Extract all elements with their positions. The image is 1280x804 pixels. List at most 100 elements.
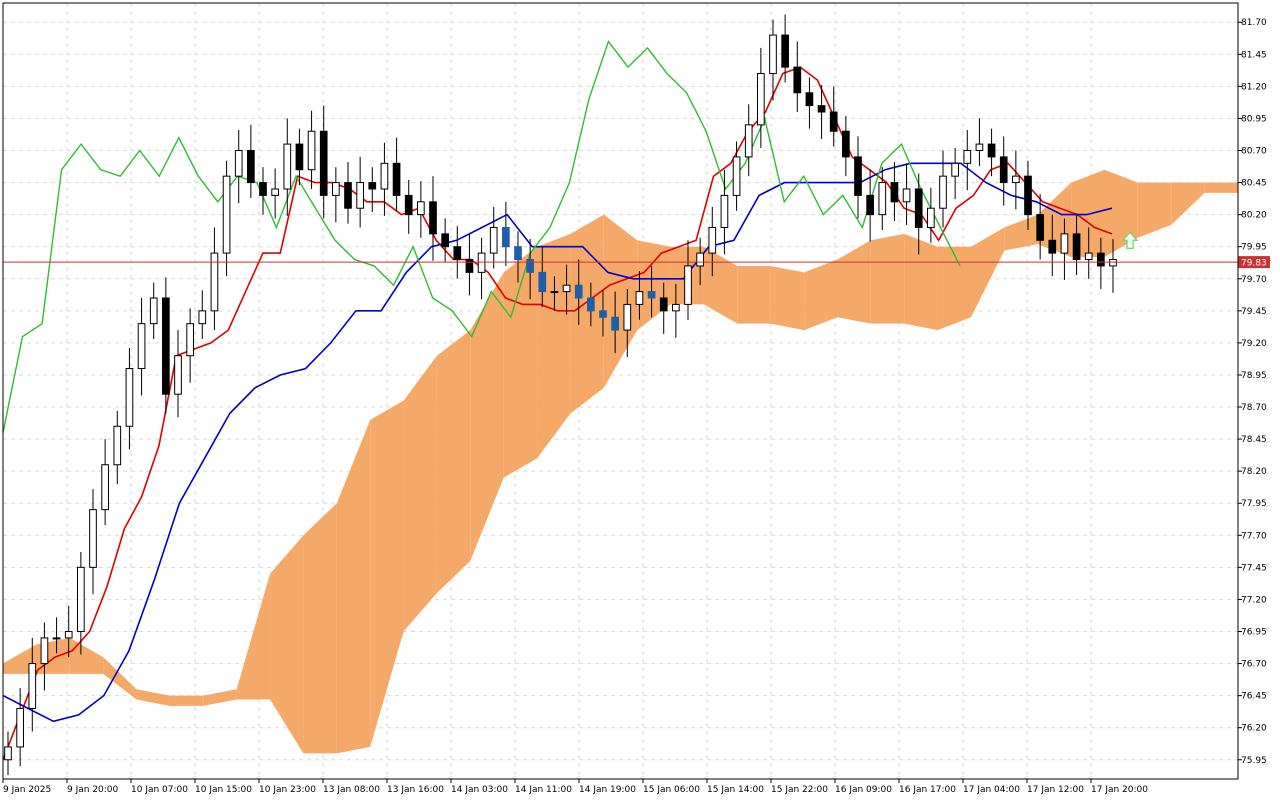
- candle-body: [562, 284, 571, 293]
- x-tick-label: 9 Jan 20:00: [67, 785, 119, 795]
- candle-body: [769, 34, 777, 75]
- candle-body: [392, 162, 401, 196]
- candle-body: [684, 265, 692, 305]
- kumo-segment: [136, 689, 170, 706]
- candle-body: [259, 182, 267, 196]
- candle-body: [866, 194, 874, 216]
- candle-body: [550, 291, 559, 294]
- chart-canvas[interactable]: 79.83 81.70 81.45 81.20 80.95 80.70 80.45 80.2…: [0, 0, 1280, 800]
- candle-body: [526, 259, 534, 273]
- x-tick-label: 14 Jan 11:00: [515, 785, 572, 795]
- kumo-segment: [470, 272, 504, 561]
- candle-body: [708, 226, 717, 254]
- x-tick-label: 10 Jan 23:00: [259, 785, 316, 795]
- candle-body: [647, 291, 656, 299]
- candle-body: [696, 252, 704, 267]
- candle-body: [842, 130, 850, 158]
- y-tick-label: 81.70: [1241, 18, 1267, 28]
- x-tick-label: 14 Jan 03:00: [451, 785, 508, 795]
- kumo-segment: [503, 246, 538, 478]
- kumo-segment: [703, 246, 738, 324]
- y-tick-label: 77.45: [1241, 563, 1267, 573]
- candle-body: [502, 226, 510, 248]
- kumo-segment: [69, 637, 104, 674]
- y-tick-label: 79.70: [1241, 275, 1267, 285]
- candle-body: [429, 201, 437, 235]
- y-tick-label: 78.95: [1241, 371, 1267, 381]
- candle-body: [271, 188, 279, 196]
- candle-body: [125, 368, 134, 427]
- candle-body: [1060, 233, 1069, 254]
- kumo-segment: [804, 259, 838, 331]
- candle-body: [538, 271, 547, 293]
- candle-body: [101, 464, 109, 511]
- candle-body: [89, 509, 97, 568]
- x-tick-label: 16 Jan 09:00: [835, 785, 892, 795]
- candle-body: [295, 143, 304, 171]
- x-tick-label: 13 Jan 08:00: [323, 785, 380, 795]
- y-tick-label: 81.20: [1241, 82, 1267, 92]
- candle-body: [368, 182, 377, 190]
- kumo-segment: [870, 233, 905, 324]
- y-tick-label: 78.70: [1241, 403, 1267, 413]
- candle-body: [732, 156, 741, 196]
- kumo-segment: [737, 265, 771, 324]
- candle-body: [659, 297, 668, 312]
- y-tick-label: 79.20: [1241, 339, 1267, 349]
- candle-body: [40, 637, 49, 665]
- candle-body: [52, 637, 61, 640]
- candle-body: [186, 323, 194, 357]
- price-label: 79.83: [1241, 259, 1267, 269]
- candle-body: [198, 310, 207, 325]
- candle-body: [781, 34, 789, 68]
- x-tick-label: 14 Jan 19:00: [579, 785, 636, 795]
- kumo-segment: [970, 227, 1005, 318]
- candle-body: [1048, 239, 1057, 254]
- candle-body: [465, 259, 474, 273]
- candle-body: [1036, 214, 1044, 241]
- plot-frame: [2, 2, 1239, 780]
- candle-body: [975, 143, 984, 152]
- y-tick-label: 80.20: [1241, 211, 1267, 221]
- y-tick-label: 76.20: [1241, 724, 1267, 734]
- candle-body: [878, 182, 887, 216]
- candle-body: [987, 143, 996, 158]
- x-tick-label: 15 Jan 14:00: [707, 785, 764, 795]
- candle-body: [951, 162, 959, 177]
- candle-body: [344, 182, 352, 209]
- kumo-segment: [1137, 182, 1172, 238]
- candle-body: [927, 207, 935, 228]
- candle-body: [137, 323, 146, 370]
- kumo-segment: [203, 689, 237, 706]
- candle-body: [234, 150, 243, 177]
- axes: 81.70 81.45 81.20 80.95 80.70 80.45 80.20 79.95…: [2, 2, 1267, 795]
- candle-body: [489, 226, 498, 254]
- candle-body: [1012, 175, 1020, 184]
- candle-body: [805, 92, 814, 107]
- kumo-segment: [770, 265, 805, 331]
- x-tick-label: 15 Jan 22:00: [771, 785, 828, 795]
- candle-body: [587, 297, 595, 312]
- kumo-segment: [904, 233, 938, 331]
- candle-body: [939, 175, 947, 209]
- kumo-segment: [303, 503, 337, 754]
- candle-body: [817, 105, 826, 113]
- y-tick-label: 76.70: [1241, 660, 1267, 670]
- candle-body: [404, 194, 413, 216]
- candle-body: [854, 156, 862, 196]
- y-tick-label: 78.20: [1241, 467, 1267, 477]
- candle-body: [356, 182, 364, 209]
- ichimoku-chart: 79.83 81.70 81.45 81.20 80.95 80.70 80.45 80.2…: [0, 0, 1280, 800]
- candle-body: [793, 66, 802, 94]
- candle-body: [162, 297, 170, 395]
- y-tick-label: 80.95: [1241, 114, 1267, 124]
- candle-body: [757, 73, 765, 126]
- kumo-segment: [236, 573, 271, 700]
- candle-body: [113, 425, 122, 466]
- candle-body: [77, 566, 85, 632]
- kumo-segment: [1171, 182, 1205, 225]
- y-tick-label: 76.95: [1241, 627, 1267, 637]
- kumo-segment: [1004, 214, 1038, 251]
- x-tick-label: 17 Jan 04:00: [963, 785, 1020, 795]
- kumo-segment: [1204, 182, 1238, 193]
